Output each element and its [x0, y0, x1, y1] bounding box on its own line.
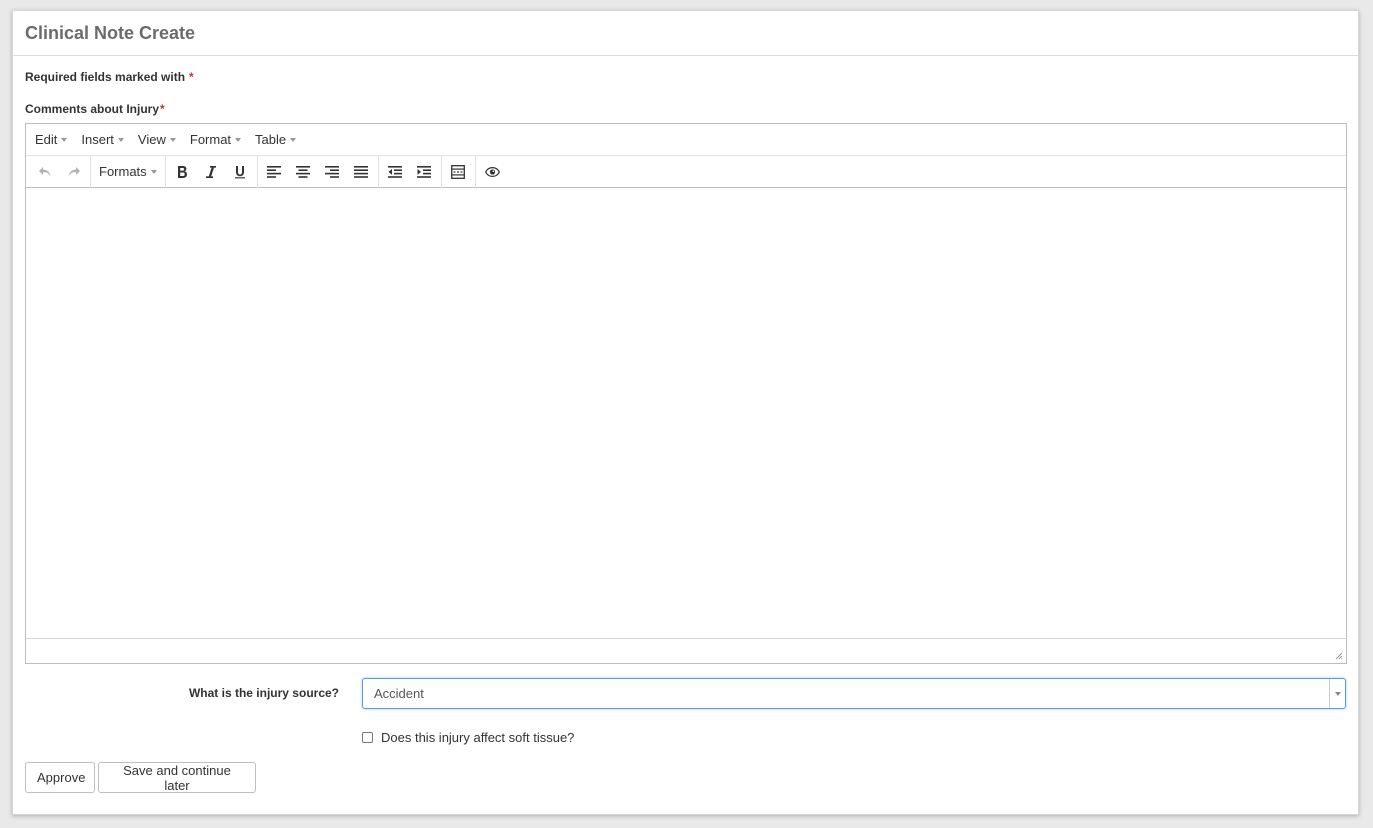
required-fields-note: Required fields marked with *	[25, 70, 194, 84]
caret-down-icon	[1334, 691, 1341, 696]
soft-tissue-checkbox[interactable]	[362, 732, 373, 743]
panel-header: Clinical Note Create	[13, 11, 1358, 56]
soft-tissue-label[interactable]: Does this injury affect soft tissue?	[381, 730, 574, 745]
caret-down-icon	[235, 137, 242, 142]
comments-label: Comments about Injury*	[25, 102, 165, 116]
preview-button[interactable]	[478, 158, 507, 186]
code-group	[442, 155, 476, 188]
indent-group	[379, 155, 442, 188]
editor-statusbar	[26, 638, 1346, 663]
menu-insert-label: Insert	[81, 132, 114, 147]
approve-button[interactable]: Approve	[25, 762, 95, 793]
bold-button[interactable]	[168, 158, 197, 186]
align-justify-button[interactable]	[347, 158, 376, 186]
injury-source-label: What is the injury source?	[188, 686, 339, 700]
formats-dropdown[interactable]: Formats	[93, 158, 163, 186]
align-right-button[interactable]	[318, 158, 347, 186]
preview-eye-icon	[484, 166, 500, 177]
history-group	[28, 155, 91, 188]
text-style-group	[166, 155, 258, 188]
align-center-icon	[296, 165, 311, 178]
align-center-button[interactable]	[289, 158, 318, 186]
comments-label-text: Comments about Injury	[25, 102, 160, 116]
align-left-icon	[267, 165, 282, 178]
editor-content-area[interactable]	[26, 188, 1346, 638]
editor-menubar: Edit Insert View Format Table	[26, 124, 1346, 156]
menu-table[interactable]: Table	[250, 132, 301, 147]
italic-icon	[206, 165, 217, 178]
required-note-text: Required fields marked with	[25, 70, 186, 84]
menu-view-label: View	[137, 132, 166, 147]
rich-text-editor: Edit Insert View Format Table Formats	[25, 123, 1347, 664]
menu-format-label: Format	[189, 132, 232, 147]
resize-handle-icon[interactable]	[1335, 652, 1343, 660]
select-arrow[interactable]	[1329, 679, 1345, 708]
alignment-group	[258, 155, 379, 188]
outdent-icon	[388, 165, 403, 178]
underline-button[interactable]	[226, 158, 255, 186]
page-title: Clinical Note Create	[25, 23, 196, 43]
menu-view[interactable]: View	[133, 132, 181, 147]
clinical-note-panel: Clinical Note Create Required fields mar…	[12, 10, 1359, 815]
align-left-button[interactable]	[260, 158, 289, 186]
caret-down-icon	[290, 137, 297, 142]
comments-required-star: *	[160, 102, 165, 116]
injury-source-value: Accident	[374, 686, 424, 701]
underline-icon	[235, 165, 246, 178]
align-justify-icon	[354, 165, 369, 178]
editor-toolbar: Formats	[26, 155, 1346, 188]
menu-format[interactable]: Format	[185, 132, 246, 147]
menu-edit-label: Edit	[35, 132, 58, 147]
menu-edit[interactable]: Edit	[30, 132, 72, 147]
outdent-button[interactable]	[381, 158, 410, 186]
save-and-continue-later-button[interactable]: Save and continue later	[98, 762, 256, 793]
redo-icon	[68, 166, 80, 176]
formats-label: Formats	[99, 164, 147, 179]
caret-down-icon	[117, 137, 124, 142]
required-star: *	[189, 70, 194, 84]
preview-group	[476, 156, 509, 188]
indent-icon	[417, 165, 432, 178]
caret-down-icon	[150, 169, 157, 174]
injury-source-select[interactable]: Accident	[362, 678, 1346, 709]
caret-down-icon	[61, 137, 68, 142]
bold-icon	[178, 165, 188, 178]
caret-down-icon	[169, 137, 176, 142]
soft-tissue-row: Does this injury affect soft tissue?	[362, 730, 574, 745]
code-sample-icon	[451, 164, 466, 179]
indent-button[interactable]	[410, 158, 439, 186]
undo-icon	[38, 166, 50, 176]
undo-button[interactable]	[30, 158, 59, 186]
redo-button[interactable]	[59, 158, 88, 186]
italic-button[interactable]	[197, 158, 226, 186]
menu-insert[interactable]: Insert	[76, 132, 129, 147]
code-sample-button[interactable]	[444, 158, 473, 186]
menu-table-label: Table	[255, 132, 287, 147]
align-right-icon	[325, 165, 340, 178]
formats-group: Formats	[91, 155, 166, 188]
